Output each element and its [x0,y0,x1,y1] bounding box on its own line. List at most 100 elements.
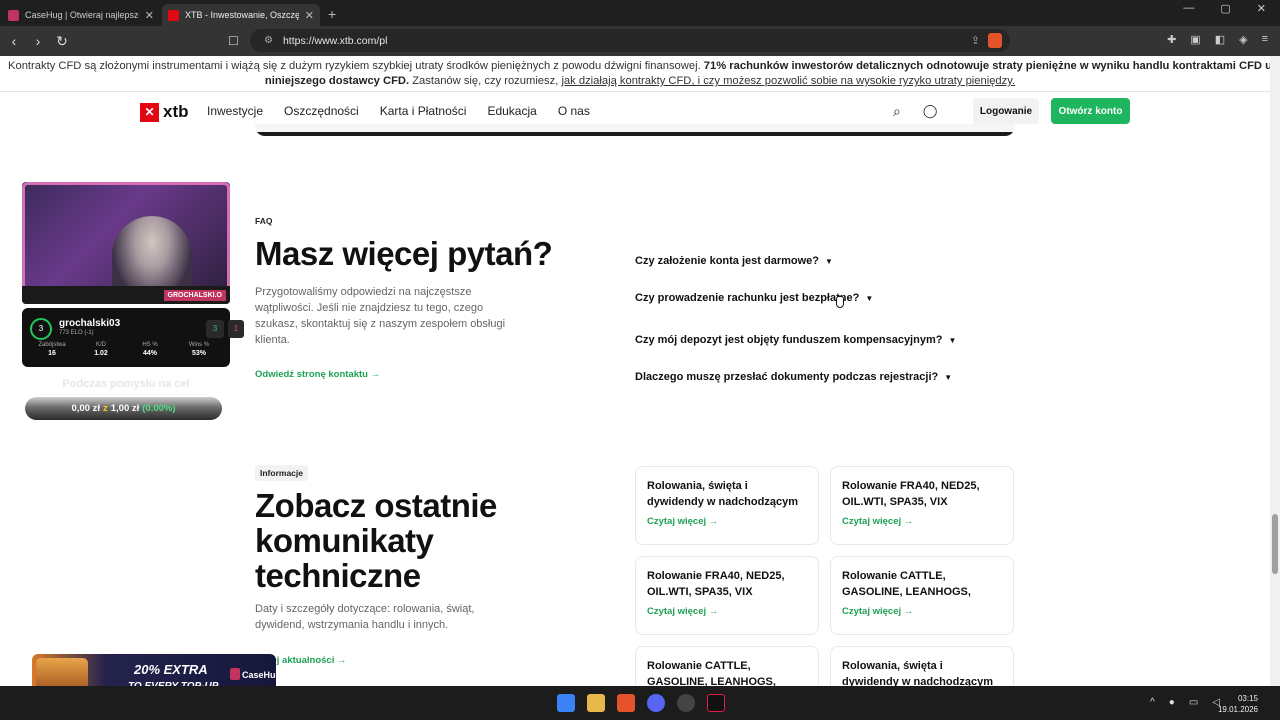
app-icon[interactable] [677,694,695,712]
tab-xtb[interactable]: XTB - Inwestowanie, Oszczędności ✕ [162,4,320,26]
faq-question-3[interactable]: Czy mój depozyt jest objęty funduszem ko… [635,334,956,346]
clock-time: 03:15 [1237,694,1258,703]
browser-toolbar-right: ✚ ▣ ◧ ◈ ≡ [1167,33,1268,46]
scrollbar-thumb[interactable] [1272,514,1278,574]
donation-goal-bar: 0,00 zł z 1,00 zł (0.00%) [25,397,222,420]
minimize-icon[interactable]: — [1183,2,1194,15]
bookmark-icon[interactable]: ☐ [228,34,239,48]
tab-title: XTB - Inwestowanie, Oszczędności [185,10,299,20]
stat-item: Wins % 53% [177,342,221,357]
extensions-icon[interactable]: ✚ [1167,33,1176,46]
brave-shield-icon[interactable] [988,33,1002,48]
vpn-icon[interactable]: ◈ [1239,33,1247,46]
faq-question-text: Dlaczego muszę przesłać dokumenty podcza… [635,371,939,383]
faq-question-4[interactable]: Dlaczego muszę przesłać dokumenty podcza… [635,371,952,383]
login-button[interactable]: Logowanie [973,98,1039,124]
stat-value: 1.02 [94,350,108,357]
sidebar-icon[interactable]: ◧ [1215,33,1225,46]
news-card[interactable]: Rolowania, święta i dywidendy w nadchodz… [635,466,819,545]
url-text[interactable]: https://www.xtb.com/pl [283,35,387,47]
system-clock[interactable]: 03:15 19.01.2026 [1218,693,1258,715]
menu-icon[interactable]: ≡ [1262,33,1268,46]
news-card[interactable]: Rolowania, święta i dywidendy w nadchodz… [830,646,1014,691]
player-elo: 773 ELO (-1) [59,330,94,336]
menu-item-o-nas[interactable]: O nas [558,104,590,118]
mouse-cursor-icon [836,296,844,308]
close-window-icon[interactable]: ✕ [1257,2,1266,15]
faq-title: Masz więcej pytań? [255,235,553,272]
casehug-favicon-icon [8,9,19,21]
tray-chevron-icon[interactable]: ^ [1150,697,1155,708]
network-icon[interactable]: ▭ [1189,697,1198,708]
stat-value: 53% [191,350,206,357]
read-more-link[interactable]: Czytaj więcej → [647,516,807,527]
player-name: grochalski03 [59,318,121,329]
news-card-title: Rolowania, święta i dywidendy w nadchodz… [647,480,798,508]
contact-page-link[interactable]: Odwiedź stronę kontaktu → [255,369,380,380]
start-icon[interactable] [557,694,575,712]
window-controls: — ▢ ✕ [1183,2,1280,15]
menu-item-inwestycje[interactable]: Inwestycje [207,104,263,118]
faq-question-text: Czy prowadzenie rachunku jest bezpłatne? [635,292,860,304]
tab-casehug[interactable]: CaseHug | Otwieraj najlepsze skrzynki ✕ [2,4,160,26]
maximize-icon[interactable]: ▢ [1220,2,1230,15]
page-scrollbar[interactable] [1270,56,1280,686]
reload-icon[interactable]: ↻ [52,33,72,50]
caret-down-icon: ▼ [944,373,953,382]
open-account-button[interactable]: Otwórz konto [1051,98,1130,124]
donation-goal-title: Podczas pomysłu na cel [62,378,190,390]
microphone-icon[interactable]: ● [1169,697,1175,708]
nav-icons: ⌕ ◯ [893,103,937,120]
faceit-stats-widget: 3 grochalski03 773 ELO (-1) 3 1 Zabójstw… [22,308,244,367]
wallet-icon[interactable]: ▣ [1190,33,1200,46]
level-badge: 3 [30,318,52,340]
tiktok-icon[interactable] [707,694,725,712]
news-card[interactable]: Rolowanie FRA40, NED25, OIL.WTI, SPA35, … [635,556,819,635]
discord-icon[interactable] [647,694,665,712]
info-title: Zobacz ostatnie komunikaty techniczne [255,487,497,594]
close-tab-icon[interactable]: ✕ [145,9,154,22]
news-card[interactable]: Rolowanie CATTLE, GASOLINE, LEANHOGS, LS… [830,556,1014,635]
promo-brand: CaseHug [242,670,276,680]
stat-label: K/D [95,342,106,348]
faq-question-text: Czy założenie konta jest darmowe? [635,255,819,267]
stat-item: K/D 1.02 [79,342,123,357]
menu-item-karta[interactable]: Karta i Płatności [380,104,467,118]
close-tab-icon[interactable]: ✕ [305,9,314,22]
share-icon[interactable]: ⇪ [971,34,980,47]
taskbar-apps [557,694,725,712]
faq-question-1[interactable]: Czy założenie konta jest darmowe? ▼ [635,255,833,267]
webcam-overlay: GROCHALSKI.O [22,182,230,304]
score-wins: 3 [206,320,224,338]
xtb-favicon-icon [168,9,179,21]
faq-question-text: Czy mój depozyt jest objęty funduszem ko… [635,334,943,346]
read-more-link[interactable]: Czytaj więcej → [842,606,1002,617]
address-bar[interactable]: ☐ ⚙ https://www.xtb.com/pl ⇪ [228,29,1010,52]
brave-browser-icon[interactable] [617,694,635,712]
read-more-link[interactable]: Czytaj więcej → [842,516,1002,527]
stat-item: Zabójstwa 16 [30,342,74,357]
xtb-logo[interactable]: ✕ xtb [140,102,189,122]
clock-date: 19.01.2026 [1217,705,1258,714]
tab-title: CaseHug | Otwieraj najlepsze skrzynki [25,10,139,20]
cfd-warning-text: Kontrakty CFD są złożonymi instrumentami… [8,60,704,72]
new-tab-button[interactable]: + [328,6,336,26]
news-card[interactable]: Rolowanie CATTLE, GASOLINE, LEANHOGS, LS… [635,646,819,691]
main-menu: Inwestycje Oszczędności Karta i Płatnośc… [207,104,590,118]
menu-item-edukacja[interactable]: Edukacja [487,104,536,118]
news-card[interactable]: Rolowanie FRA40, NED25, OIL.WTI, SPA35, … [830,466,1014,545]
goal-separator: z [102,403,108,414]
menu-item-oszczednosci[interactable]: Oszczędności [284,104,359,118]
faq-description: Przygotowaliśmy odpowiedzi na najczęstsz… [255,286,506,346]
forward-icon[interactable]: › [28,33,48,49]
read-more-link[interactable]: Czytaj więcej → [647,606,807,617]
file-explorer-icon[interactable] [587,694,605,712]
score-losses: 1 [228,320,244,338]
tab-bar: CaseHug | Otwieraj najlepsze skrzynki ✕ … [0,0,1280,26]
back-icon[interactable]: ‹ [4,33,24,49]
search-icon[interactable]: ⌕ [893,103,901,120]
stat-label: Wins % [188,342,210,348]
cfd-warning-link[interactable]: jak działają kontrakty CFD, i czy możesz… [561,75,1015,87]
site-info-icon[interactable]: ⚙ [264,35,273,46]
globe-icon[interactable]: ◯ [923,103,938,120]
